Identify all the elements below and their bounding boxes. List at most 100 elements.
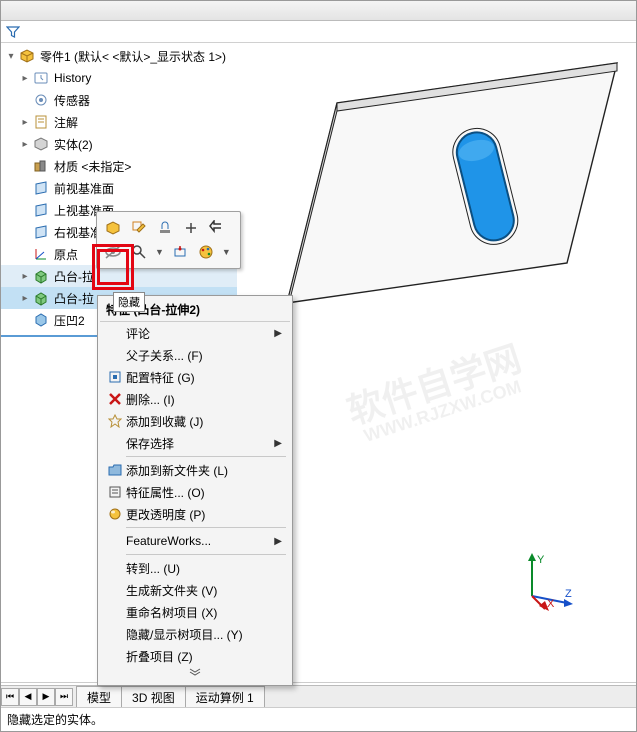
tab-nav-last[interactable]: ⏭ (55, 688, 73, 706)
expander-icon[interactable] (19, 94, 31, 106)
menu-item-label: 更改透明度 (P) (126, 506, 282, 523)
config-icon (104, 368, 126, 386)
tab-nav-prev[interactable]: ◀ (19, 688, 37, 706)
edit-feature-button[interactable] (103, 218, 123, 238)
blank-icon (104, 625, 126, 643)
dropdown-icon[interactable]: ▼ (155, 247, 164, 257)
expander-icon[interactable]: ▸ (19, 138, 31, 150)
rollback-button[interactable] (181, 218, 201, 238)
menu-item[interactable]: 添加到新文件夹 (L) (100, 459, 290, 481)
svg-text:X: X (547, 598, 555, 610)
menu-item[interactable]: FeatureWorks...▶ (100, 530, 290, 552)
blank-icon (104, 559, 126, 577)
menu-item[interactable]: 特征属性... (O) (100, 481, 290, 503)
tree-item-label: 注解 (54, 114, 78, 131)
tab-nav-next[interactable]: ▶ (37, 688, 55, 706)
tree-item-label: 凸台-拉 (54, 290, 94, 307)
menu-item-label: 特征属性... (O) (126, 484, 282, 501)
context-toolbar: ▼ ▼ (96, 211, 241, 269)
menu-item[interactable]: 更改透明度 (P) (100, 503, 290, 525)
menu-item-label: 生成新文件夹 (V) (126, 582, 282, 599)
menu-item[interactable]: 删除... (I) (100, 388, 290, 410)
expander-icon[interactable]: ▸ (19, 292, 31, 304)
model-graphics (257, 33, 637, 453)
menu-expand-button[interactable] (100, 667, 290, 683)
menu-item[interactable]: 重命名树项目 (X) (100, 601, 290, 623)
props-icon (104, 483, 126, 501)
view-tab[interactable]: 模型 (76, 686, 122, 708)
tree-item-label: 实体(2) (54, 136, 93, 153)
zoom-button[interactable] (129, 242, 149, 262)
undo-button[interactable] (207, 218, 227, 238)
part-icon (18, 48, 36, 64)
menu-separator (126, 554, 286, 555)
menu-item-label: 配置特征 (G) (126, 369, 282, 386)
menu-item[interactable]: 保存选择▶ (100, 432, 290, 454)
plane-icon (32, 224, 50, 240)
menu-item[interactable]: 添加到收藏 (J) (100, 410, 290, 432)
blank-icon (104, 603, 126, 621)
expander-icon[interactable] (19, 226, 31, 238)
extrude-icon (32, 268, 50, 284)
view-tab[interactable]: 运动算例 1 (185, 686, 265, 708)
hide-button[interactable] (103, 242, 123, 262)
menu-item-label: 评论 (126, 325, 274, 342)
bottom-tab-bar: ⏮ ◀ ▶ ⏭ 模型3D 视图运动算例 1 (1, 685, 636, 707)
expander-icon[interactable]: ▸ (19, 270, 31, 282)
tab-nav: ⏮ ◀ ▶ ⏭ (1, 688, 73, 706)
menu-item[interactable]: 隐藏/显示树项目... (Y) (100, 623, 290, 645)
edit-sketch-button[interactable] (129, 218, 149, 238)
menu-item-label: 添加到新文件夹 (L) (126, 462, 282, 479)
expander-icon[interactable] (19, 248, 31, 260)
tab-nav-first[interactable]: ⏮ (1, 688, 19, 706)
menu-item-label: 添加到收藏 (J) (126, 413, 282, 430)
normal-to-button[interactable] (170, 242, 190, 262)
menu-item[interactable]: 父子关系... (F) (100, 344, 290, 366)
menu-item-label: 隐藏/显示树项目... (Y) (126, 626, 282, 643)
origin-icon (32, 246, 50, 262)
expander-icon[interactable] (19, 204, 31, 216)
expander-icon[interactable]: ▸ (19, 116, 31, 128)
svg-text:Z: Z (565, 588, 572, 600)
tree-item-label: 凸台-拉 (54, 268, 94, 285)
sensor-icon (32, 92, 50, 108)
menu-item-label: 重命名树项目 (X) (126, 604, 282, 621)
fav-icon (104, 412, 126, 430)
expander-icon[interactable] (19, 314, 31, 326)
svg-text:Y: Y (537, 554, 545, 566)
transp-icon (104, 505, 126, 523)
expander-icon[interactable] (19, 160, 31, 172)
menu-item[interactable]: 生成新文件夹 (V) (100, 579, 290, 601)
status-text: 隐藏选定的实体。 (7, 713, 103, 727)
graphics-viewport[interactable]: 软件自学网 WWW.RJZXW.COM Y Z X (237, 43, 636, 681)
appearance-button[interactable] (196, 242, 216, 262)
expander-icon[interactable]: ▾ (5, 50, 17, 62)
plane-icon (32, 202, 50, 218)
menu-item-label: 保存选择 (126, 435, 274, 452)
menu-item[interactable]: 配置特征 (G) (100, 366, 290, 388)
expander-icon[interactable] (19, 182, 31, 194)
filter-icon[interactable] (5, 24, 21, 40)
note-icon (32, 114, 50, 130)
blank-icon (104, 647, 126, 665)
top-toolbar (1, 1, 636, 21)
menu-item[interactable]: 评论▶ (100, 322, 290, 344)
menu-item-label: 折叠项目 (Z) (126, 648, 282, 665)
tooltip: 隐藏 (113, 292, 145, 312)
blank-icon (104, 532, 126, 550)
submenu-arrow-icon: ▶ (274, 536, 282, 547)
extrude-icon (32, 290, 50, 306)
history-icon (32, 70, 50, 86)
menu-item[interactable]: 转到... (U) (100, 557, 290, 579)
material-icon (32, 158, 50, 174)
expander-icon[interactable]: ▸ (19, 72, 31, 84)
menu-item[interactable]: 折叠项目 (Z) (100, 645, 290, 667)
delete-icon (104, 390, 126, 408)
tree-item-label: History (54, 71, 91, 85)
blank-icon (104, 581, 126, 599)
view-triad: Y Z X (517, 551, 577, 611)
dropdown-icon[interactable]: ▼ (222, 247, 231, 257)
tree-item-label: 压凹2 (54, 312, 85, 329)
view-tab[interactable]: 3D 视图 (121, 686, 186, 708)
suppress-button[interactable] (155, 218, 175, 238)
